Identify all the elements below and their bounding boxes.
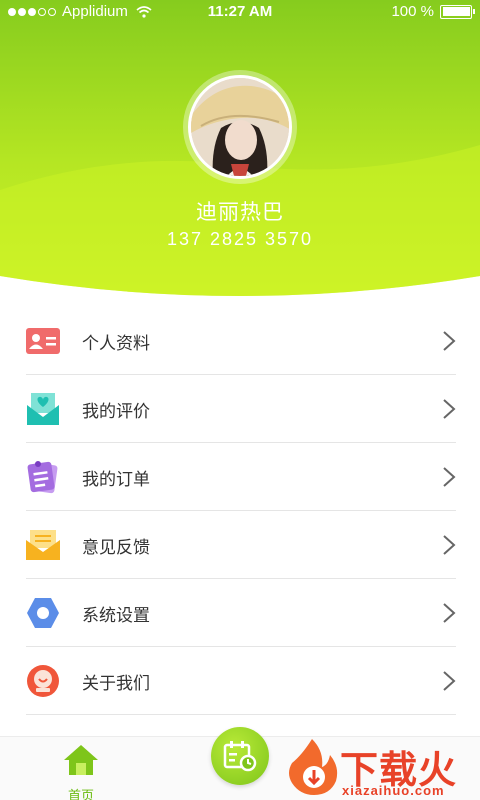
chevron-right-icon (443, 603, 456, 623)
watermark-logo: 下载火 xiazaihuo.com (284, 737, 480, 800)
settings-hexagon-icon (26, 596, 60, 630)
chevron-right-icon (443, 331, 456, 351)
divider (26, 714, 456, 715)
chevron-right-icon (443, 399, 456, 419)
menu-item-label: 个人资料 (82, 333, 150, 354)
tab-home-label: 首页 (67, 789, 94, 800)
menu-item-feedback[interactable]: 意见反馈 (0, 511, 480, 579)
chevron-right-icon (443, 535, 456, 555)
avatar-photo (191, 78, 289, 176)
user-name: 迪丽热巴 (196, 200, 284, 224)
menu-item-reviews[interactable]: 我的评价 (0, 375, 480, 443)
schedule-button[interactable] (211, 727, 269, 785)
id-card-icon (26, 324, 60, 358)
mail-icon (26, 528, 60, 562)
menu-item-orders[interactable]: 我的订单 (0, 443, 480, 511)
menu-item-profile[interactable]: 个人资料 (0, 307, 480, 375)
user-phone: 137 2825 3570 (166, 229, 314, 249)
menu-item-about[interactable]: 关于我们 (0, 647, 480, 715)
menu-item-label: 关于我们 (82, 673, 150, 694)
chevron-right-icon (443, 671, 456, 691)
battery-icon (440, 4, 475, 19)
profile-header: Applidium 11:27 AM 100 % 迪丽热巴 137 2825 3… (0, 0, 480, 300)
calendar-clock-icon (223, 741, 257, 772)
avatar[interactable] (183, 70, 297, 184)
battery-percent: 100 % (391, 3, 434, 20)
tab-home[interactable]: 首页 (58, 743, 104, 800)
order-note-icon (26, 460, 60, 494)
chevron-right-icon (443, 467, 456, 487)
watermark-url: xiazaihuo.com (342, 783, 445, 798)
menu-item-label: 系统设置 (82, 605, 150, 626)
flame-logo-icon (289, 739, 338, 795)
menu-item-label: 我的订单 (82, 469, 150, 490)
menu-item-settings[interactable]: 系统设置 (0, 579, 480, 647)
menu-item-label: 我的评价 (82, 401, 150, 422)
profile-menu: 个人资料 我的评价 我的订单 意见反馈 系统设置 关于我们 (0, 307, 480, 715)
heart-envelope-icon (26, 392, 60, 426)
status-bar: Applidium 11:27 AM 100 % (0, 0, 480, 24)
home-icon (64, 745, 98, 775)
about-badge-icon (26, 664, 60, 698)
menu-item-label: 意见反馈 (82, 537, 150, 558)
